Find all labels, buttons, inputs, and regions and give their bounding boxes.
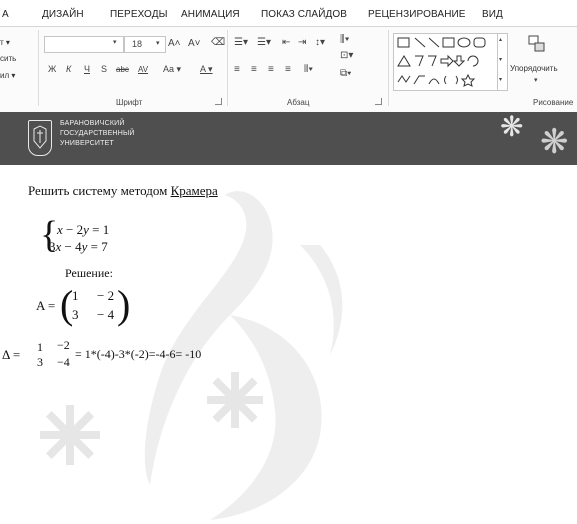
clipboard-item-1[interactable]: т ▾ [0,38,10,47]
delta-calculation: = 1*(-4)-3*(-2)=-4-6= -10 [75,347,202,361]
cramer-link[interactable]: Крамера [171,183,218,198]
align-text-icon[interactable]: ⊡▾ [340,50,353,61]
font-group-label: Шрифт [116,98,143,107]
strikethrough-button[interactable]: abc [116,65,129,74]
tab-transitions[interactable]: ПЕРЕХОДЫ [110,9,168,20]
chevron-down-icon[interactable]: ▾ [113,38,117,46]
matrix-cell: 1 [72,288,79,303]
matrix-cell: − 2 [97,288,115,303]
ribbon-tab-bar: А ДИЗАЙН ПЕРЕХОДЫ АНИМАЦИЯ ПОКАЗ СЛАЙДОВ… [0,0,577,26]
italic-button[interactable]: К [66,64,71,74]
group-divider [227,30,228,106]
delta-symbol: Δ = [2,347,21,362]
font-dialog-launcher-icon[interactable] [215,98,222,105]
char-spacing-button[interactable]: AV [138,65,148,74]
eq1-minus: − 2 [62,222,84,237]
university-name-line3: УНИВЕРСИТЕТ [60,140,114,147]
shadow-button[interactable]: S [101,64,107,74]
chevron-down-icon: ▾ [534,77,538,84]
bullets-icon[interactable]: ☰▾ [234,37,248,48]
group-divider [38,30,39,106]
decrease-indent-icon[interactable]: ⇤ [282,37,290,48]
font-color-button[interactable]: A ▾ [200,64,213,75]
drawing-group-label: Рисование [533,98,574,107]
arrange-icon [528,35,545,52]
university-name-line2: ГОСУДАРСТВЕННЫЙ [60,130,135,137]
tab-review[interactable]: РЕЦЕНЗИРОВАНИЕ [368,9,466,20]
eq2-minus: − 4 [61,239,82,254]
shrink-font-icon[interactable]: A˅ [188,38,201,49]
det-cell: 1 [37,340,43,354]
matrix-cell: − 4 [97,307,115,322]
scroll-up-icon[interactable]: ▴ [499,36,502,43]
chevron-down-icon: ▾ [156,40,160,47]
logo-emblem-icon [33,125,47,149]
arrange-button[interactable]: Упорядочить ▾ [508,34,577,90]
font-size-value: 18 [132,39,143,49]
snowflake-ornament-icon: ❋ [540,123,569,161]
change-case-button[interactable]: Aa ▾ [163,64,181,75]
paragraph-dialog-launcher-icon[interactable] [375,98,382,105]
det-cell: −4 [57,355,70,369]
task-text: Решить систему методом [28,183,171,198]
shapes-gallery-icons [397,37,486,87]
tab-home-partial[interactable]: А [2,9,9,20]
clear-formatting-icon[interactable]: ⌫ [211,37,225,48]
text-direction-icon[interactable]: ⫼▾ [340,34,349,45]
scroll-down-icon[interactable]: ▾ [499,56,502,63]
font-size-select[interactable]: 18 ▾ [124,36,166,53]
underline-button[interactable]: Ч [84,64,90,74]
eq1-rhs: = 1 [88,222,110,237]
expand-gallery-icon[interactable]: ▾ [499,76,502,83]
increase-indent-icon[interactable]: ⇥ [298,37,306,48]
tab-view[interactable]: ВИД [482,9,503,20]
matrix-right-paren: ) [117,282,131,327]
matrix-cell: 3 [72,307,79,322]
clipboard-format[interactable]: ил ▾ [0,71,15,80]
shapes-gallery-scroll[interactable]: ▴ ▾ ▾ [497,33,508,91]
tab-slideshow[interactable]: ПОКАЗ СЛАЙДОВ [261,9,347,20]
det-cell: −2 [57,338,70,352]
equation-1: x − 2y = 1 [57,222,109,238]
tab-animation[interactable]: АНИМАЦИЯ [181,9,240,20]
background-watermark [40,191,343,520]
line-spacing-icon[interactable]: ↕▾ [315,37,325,48]
align-right-icon[interactable]: ≡ [268,64,274,75]
bold-button[interactable]: Ж [48,64,56,74]
group-divider [388,30,389,106]
solution-label: Решение: [65,266,113,280]
align-left-icon[interactable]: ≡ [234,64,240,75]
font-family-select[interactable] [44,36,124,53]
paragraph-group-label: Абзац [287,98,310,107]
smartart-icon[interactable]: ⧉▾ [340,68,351,79]
shapes-gallery[interactable] [393,33,499,91]
matrix-name: A = [36,298,56,313]
equation-2: 3x − 4y = 7 [49,239,108,255]
grow-font-icon[interactable]: A˄ [168,38,181,49]
task-statement: Решить систему методом Крамера [28,183,218,199]
columns-icon[interactable]: ⫴▾ [304,64,313,75]
justify-icon[interactable]: ≡ [285,64,291,75]
snowflake-ornament-icon: ❋ [500,111,524,142]
det-cell: 3 [37,355,43,369]
align-center-icon[interactable]: ≡ [251,64,257,75]
eq2-rhs: = 7 [87,239,108,254]
arrange-label: Упорядочить [510,64,558,73]
university-name-line1: БАРАНОВИЧСКИЙ [60,120,125,127]
numbering-icon[interactable]: ☰▾ [257,37,271,48]
clipboard-copy[interactable]: сить [0,54,16,63]
university-logo [28,120,52,156]
tab-design[interactable]: ДИЗАЙН [42,9,84,20]
